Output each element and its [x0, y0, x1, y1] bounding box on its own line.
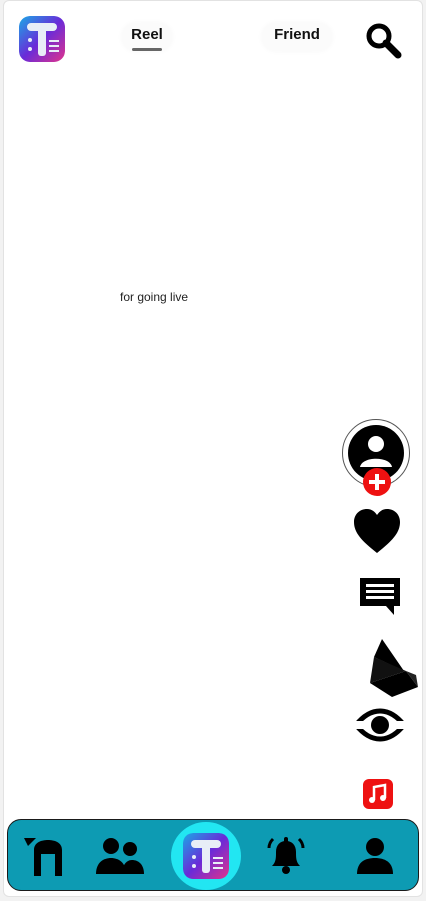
create-ring: [171, 822, 241, 890]
app-logo[interactable]: [19, 16, 65, 62]
bottom-navigation: [7, 819, 419, 891]
follow-plus-icon: [363, 468, 391, 496]
video-caption: for going live: [120, 290, 189, 304]
tab-reel[interactable]: Reel: [122, 23, 172, 51]
nav-create[interactable]: [170, 820, 242, 892]
search-icon: [366, 23, 402, 59]
profile-icon: [357, 838, 393, 874]
share-icon: [370, 639, 418, 697]
view-icon: [354, 708, 406, 742]
app-screen: Reel Friend for going live: [3, 0, 423, 897]
heart-icon: [354, 509, 400, 553]
share-button[interactable]: [366, 637, 418, 699]
music-button[interactable]: [363, 779, 393, 809]
search-button[interactable]: [364, 21, 402, 59]
tab-friend-label: Friend: [274, 26, 320, 43]
notifications-bell-icon: [267, 837, 305, 874]
tab-reel-label: Reel: [131, 26, 163, 43]
app-logo-icon: [19, 16, 65, 62]
create-logo: [183, 833, 229, 879]
create-logo-icon: [183, 833, 229, 879]
view-button[interactable]: [354, 701, 406, 747]
friends-icon: [96, 838, 144, 874]
comment-icon: [360, 578, 400, 615]
like-button[interactable]: [352, 506, 402, 556]
tab-friend[interactable]: Friend: [262, 23, 332, 51]
nav-profile[interactable]: [350, 820, 400, 892]
home-icon: [24, 838, 62, 876]
follow-button[interactable]: [362, 467, 392, 497]
nav-friends[interactable]: [92, 820, 148, 892]
comment-button[interactable]: [358, 576, 402, 616]
music-icon: [363, 779, 393, 809]
nav-notifications[interactable]: [261, 820, 311, 892]
active-tab-indicator: [132, 48, 162, 51]
nav-home[interactable]: [20, 820, 70, 892]
